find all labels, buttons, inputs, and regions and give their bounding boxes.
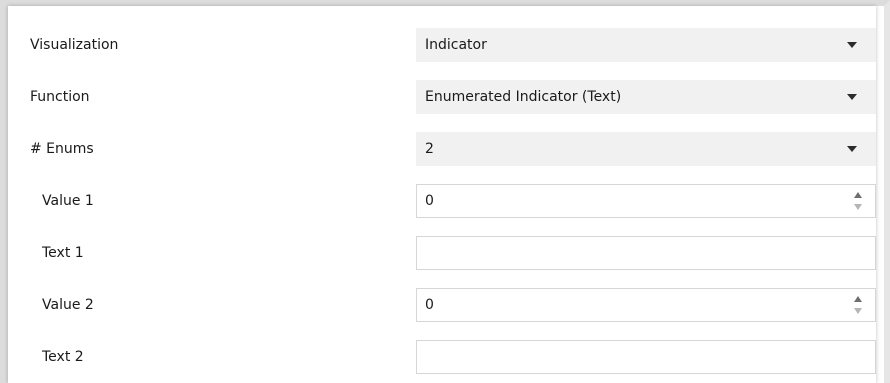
visualization-select[interactable]: Indicator [416, 28, 876, 62]
value-1-label: Value 1 [42, 193, 94, 209]
value-2-value[interactable]: 0 [425, 289, 434, 321]
enums-value: 2 [425, 141, 434, 157]
text-2-field[interactable] [416, 340, 876, 374]
enums-select[interactable]: 2 [416, 132, 876, 166]
function-label: Function [30, 89, 90, 105]
chevron-down-icon[interactable] [847, 42, 857, 48]
row-visualization: Visualization Indicator [8, 28, 876, 62]
enums-label: # Enums [30, 141, 94, 157]
function-value: Enumerated Indicator (Text) [425, 89, 622, 105]
visualization-value: Indicator [425, 37, 487, 53]
value-2-label: Value 2 [42, 297, 94, 313]
parameter-panel: Visualization Indicator Function Enumera… [8, 6, 876, 383]
spin-up-icon[interactable] [854, 192, 862, 198]
chevron-down-icon[interactable] [847, 146, 857, 152]
function-select[interactable]: Enumerated Indicator (Text) [416, 80, 876, 114]
text-1-field[interactable] [416, 236, 876, 270]
visualization-label: Visualization [30, 37, 119, 53]
spin-up-icon[interactable] [854, 296, 862, 302]
spin-down-icon[interactable] [854, 204, 862, 210]
row-text-2: Text 2 [8, 340, 876, 374]
text-1-label: Text 1 [42, 245, 84, 261]
row-function: Function Enumerated Indicator (Text) [8, 80, 876, 114]
row-value-1: Value 1 0 [8, 184, 876, 218]
chevron-down-icon[interactable] [847, 94, 857, 100]
value-1-spinner[interactable]: 0 [416, 184, 876, 218]
value-2-spinner[interactable]: 0 [416, 288, 876, 322]
spinner-controls [853, 192, 863, 212]
row-value-2: Value 2 0 [8, 288, 876, 322]
row-enums: # Enums 2 [8, 132, 876, 166]
value-1-value[interactable]: 0 [425, 185, 434, 217]
text-2-label: Text 2 [42, 349, 84, 365]
spin-down-icon[interactable] [854, 308, 862, 314]
spinner-controls [853, 296, 863, 316]
row-text-1: Text 1 [8, 236, 876, 270]
